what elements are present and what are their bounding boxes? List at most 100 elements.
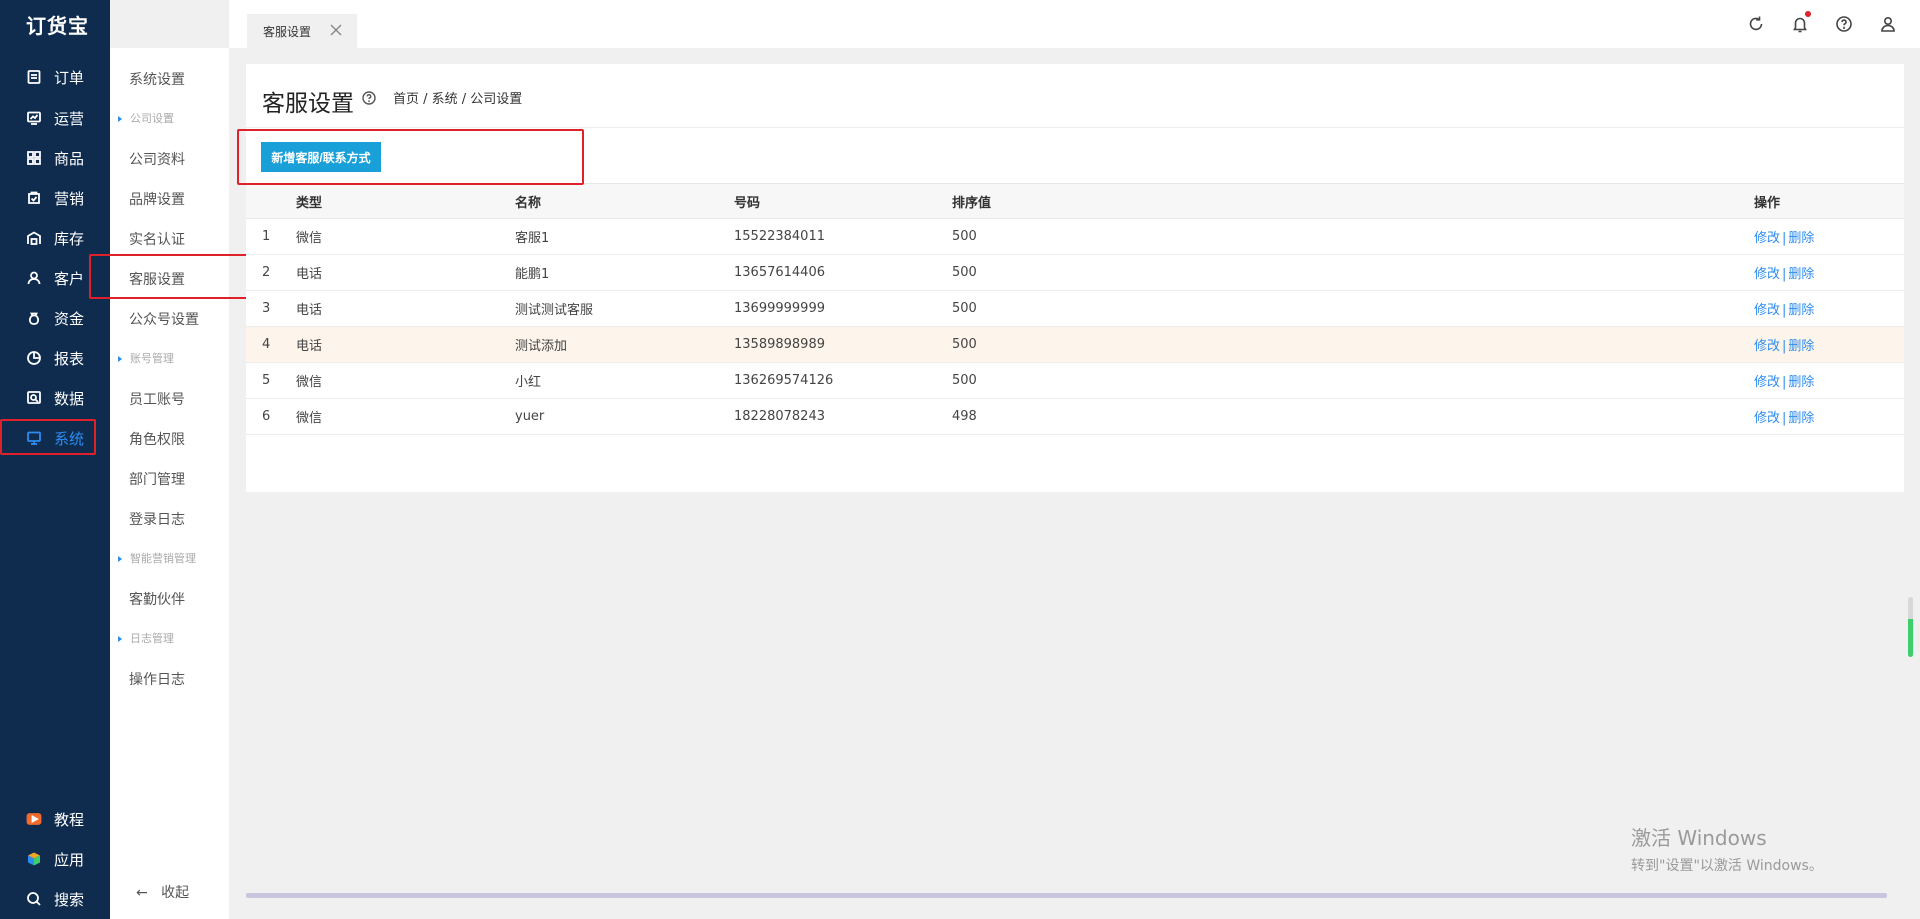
add-customer-service-button[interactable]: 新增客服/联系方式 bbox=[261, 142, 381, 172]
nav-label: 资金 bbox=[54, 309, 85, 328]
header-index bbox=[246, 183, 296, 219]
nav-item-goods[interactable]: 商品 bbox=[0, 141, 110, 175]
edit-link[interactable]: 修改 bbox=[1754, 231, 1780, 246]
action-separator: | bbox=[1782, 267, 1787, 282]
windows-activation-watermark: 激活 Windows 转到"设置"以激活 Windows。 bbox=[1631, 822, 1823, 875]
nav-label: 搜索 bbox=[54, 890, 85, 909]
edit-link[interactable]: 修改 bbox=[1754, 411, 1780, 426]
nav-label: 系统 bbox=[54, 429, 85, 448]
app-logo[interactable]: 订货宝 bbox=[26, 10, 89, 39]
group-label: 公司设置 bbox=[130, 112, 174, 125]
edit-link[interactable]: 修改 bbox=[1754, 267, 1780, 282]
submenu-dept-management[interactable]: 部门管理 bbox=[129, 469, 185, 489]
cell-index: 2 bbox=[246, 254, 296, 291]
nav-item-order[interactable]: 订单 bbox=[0, 60, 110, 94]
close-icon[interactable] bbox=[329, 23, 343, 37]
delete-link[interactable]: 删除 bbox=[1788, 267, 1814, 282]
cell-name: yuer bbox=[515, 398, 734, 435]
submenu-company-info[interactable]: 公司资料 bbox=[129, 149, 185, 169]
help-icon[interactable] bbox=[1835, 15, 1853, 33]
delete-link[interactable]: 删除 bbox=[1788, 375, 1814, 390]
profile-icon[interactable] bbox=[1879, 15, 1897, 33]
nav-item-system[interactable]: 系统 bbox=[0, 421, 110, 455]
cell-name: 小红 bbox=[515, 362, 734, 399]
monitor-icon bbox=[26, 430, 42, 446]
cell-actions: 修改 | 删除 bbox=[1754, 254, 1904, 291]
submenu-partner[interactable]: 客勤伙伴 bbox=[129, 589, 185, 609]
breadcrumb[interactable]: 首页 / 系统 / 公司设置 bbox=[393, 88, 522, 107]
edit-link[interactable]: 修改 bbox=[1754, 375, 1780, 390]
sub-menu: 系统设置 公司设置 公司资料 品牌设置 实名认证 客服设置 公众号设置 账号管理… bbox=[110, 48, 229, 919]
nav-item-reports[interactable]: 报表 bbox=[0, 341, 110, 375]
nav-item-operation[interactable]: 运营 bbox=[0, 101, 110, 135]
vertical-scrollbar[interactable] bbox=[1908, 597, 1913, 657]
caret-right-icon bbox=[118, 636, 122, 642]
order-icon bbox=[26, 69, 42, 85]
header-name: 名称 bbox=[515, 183, 734, 219]
edit-link[interactable]: 修改 bbox=[1754, 339, 1780, 354]
submenu-group-log[interactable]: 日志管理 bbox=[118, 630, 174, 646]
grid-icon bbox=[26, 150, 42, 166]
edit-link[interactable]: 修改 bbox=[1754, 303, 1780, 318]
submenu-group-account[interactable]: 账号管理 bbox=[118, 350, 174, 366]
help-circle-icon[interactable] bbox=[362, 90, 376, 105]
cell-number: 13699999999 bbox=[734, 290, 952, 327]
collapse-button[interactable]: ← 收起 bbox=[136, 882, 189, 902]
submenu-group-company[interactable]: 公司设置 bbox=[118, 110, 174, 126]
table-row: 2 电话 能鹏1 13657614406 500 修改 | 删除 bbox=[246, 254, 1904, 291]
refresh-icon[interactable] bbox=[1747, 15, 1765, 33]
submenu-realname-auth[interactable]: 实名认证 bbox=[129, 229, 185, 249]
nav-item-search[interactable]: 搜索 bbox=[0, 882, 110, 916]
cell-actions: 修改 | 删除 bbox=[1754, 290, 1904, 327]
nav-label: 数据 bbox=[54, 389, 85, 408]
main-nav: 订货宝 订单 运营 商品 营销 库存 客户 资金 报表 数据 系统 教程 应用 … bbox=[0, 0, 110, 919]
action-separator: | bbox=[1782, 375, 1787, 390]
nav-item-funds[interactable]: 资金 bbox=[0, 301, 110, 335]
table-row: 3 电话 测试测试客服 13699999999 500 修改 | 删除 bbox=[246, 290, 1904, 327]
submenu-customer-service[interactable]: 客服设置 bbox=[129, 269, 185, 289]
tab-customer-service[interactable]: 客服设置 bbox=[247, 14, 357, 48]
nav-item-tutorial[interactable]: 教程 bbox=[0, 802, 110, 836]
cell-index: 3 bbox=[246, 290, 296, 327]
nav-item-data[interactable]: 数据 bbox=[0, 381, 110, 415]
horizontal-scrollbar[interactable] bbox=[246, 893, 1887, 898]
cell-index: 6 bbox=[246, 398, 296, 435]
action-separator: | bbox=[1782, 339, 1787, 354]
action-separator: | bbox=[1782, 411, 1787, 426]
watermark-subtitle: 转到"设置"以激活 Windows。 bbox=[1631, 858, 1823, 874]
nav-item-marketing[interactable]: 营销 bbox=[0, 181, 110, 215]
nav-label: 应用 bbox=[54, 850, 85, 869]
cell-type: 电话 bbox=[296, 290, 515, 327]
submenu-login-log[interactable]: 登录日志 bbox=[129, 509, 185, 529]
submenu-role-permission[interactable]: 角色权限 bbox=[129, 429, 185, 449]
delete-link[interactable]: 删除 bbox=[1788, 303, 1814, 318]
nav-item-inventory[interactable]: 库存 bbox=[0, 221, 110, 255]
cell-type: 电话 bbox=[296, 326, 515, 363]
nav-item-customer[interactable]: 客户 bbox=[0, 261, 110, 295]
delete-link[interactable]: 删除 bbox=[1788, 231, 1814, 246]
pie-chart-icon bbox=[26, 350, 42, 366]
cell-sort: 498 bbox=[952, 398, 1754, 435]
warehouse-icon bbox=[26, 230, 42, 246]
delete-link[interactable]: 删除 bbox=[1788, 411, 1814, 426]
watermark-title: 激活 Windows bbox=[1631, 826, 1767, 850]
nav-label: 商品 bbox=[54, 149, 85, 168]
table-row: 4 电话 测试添加 13589898989 500 修改 | 删除 bbox=[246, 326, 1904, 363]
cell-number: 18228078243 bbox=[734, 398, 952, 435]
operation-icon bbox=[26, 110, 42, 126]
submenu-staff-account[interactable]: 员工账号 bbox=[129, 389, 185, 409]
cell-number: 13657614406 bbox=[734, 254, 952, 291]
submenu-group-smart-marketing[interactable]: 智能营销管理 bbox=[118, 550, 196, 566]
submenu-brand-settings[interactable]: 品牌设置 bbox=[129, 189, 185, 209]
bell-icon[interactable] bbox=[1791, 11, 1811, 33]
submenu-official-account[interactable]: 公众号设置 bbox=[129, 309, 199, 329]
nav-item-apps[interactable]: 应用 bbox=[0, 842, 110, 876]
cell-actions: 修改 | 删除 bbox=[1754, 398, 1904, 435]
table-row: 5 微信 小红 136269574126 500 修改 | 删除 bbox=[246, 362, 1904, 399]
header-number: 号码 bbox=[734, 183, 952, 219]
money-bag-icon bbox=[26, 310, 42, 326]
delete-link[interactable]: 删除 bbox=[1788, 339, 1814, 354]
submenu-operation-log[interactable]: 操作日志 bbox=[129, 669, 185, 689]
caret-right-icon bbox=[118, 116, 122, 122]
submenu-system-settings[interactable]: 系统设置 bbox=[129, 69, 185, 89]
